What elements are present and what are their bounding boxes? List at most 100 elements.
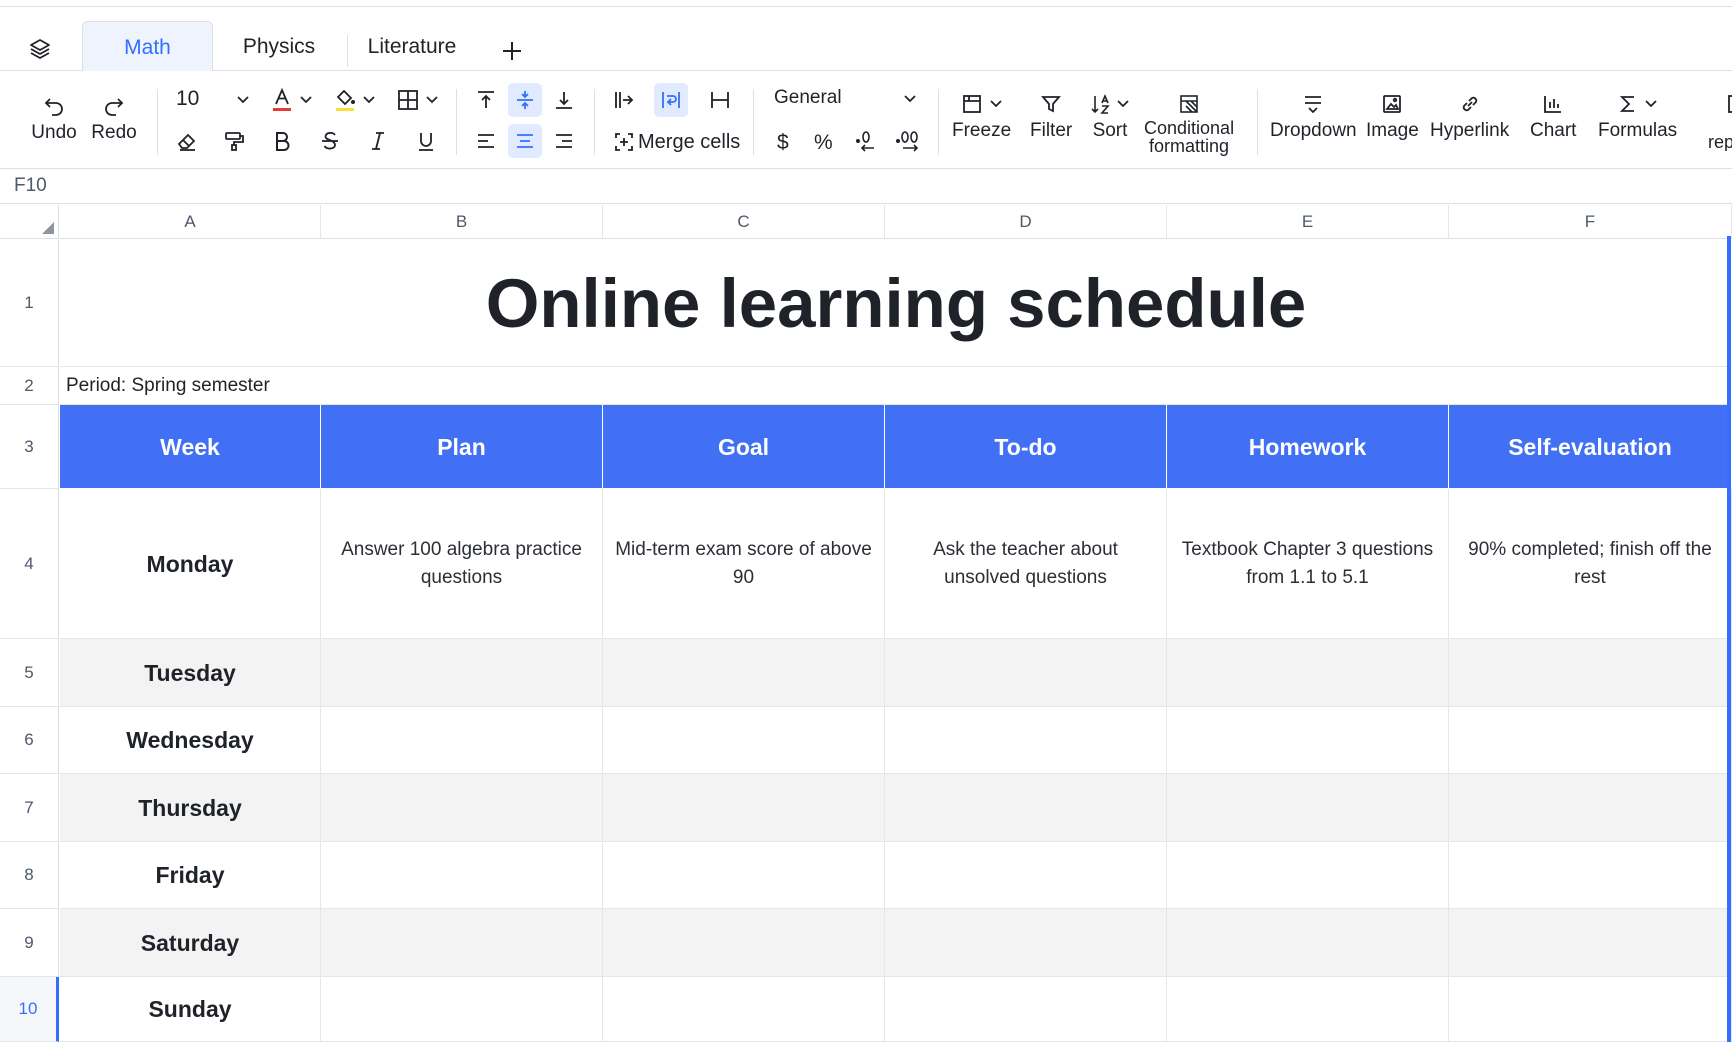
row-header-2[interactable]: 2: [0, 367, 59, 405]
row-header-6[interactable]: 6: [0, 707, 59, 774]
cell-reference-box[interactable]: F10: [14, 175, 47, 197]
day-cell-thursday[interactable]: Thursday: [60, 774, 321, 842]
table-cell[interactable]: [603, 639, 885, 707]
hyperlink-button[interactable]: Hyperlink: [1430, 93, 1509, 141]
header-cell-homework[interactable]: Homework: [1167, 405, 1449, 489]
table-cell[interactable]: [603, 707, 885, 774]
row-header-5[interactable]: 5: [0, 639, 59, 707]
tab-math[interactable]: Math: [82, 21, 213, 73]
table-cell[interactable]: [1449, 909, 1732, 977]
chevron-down-icon[interactable]: [425, 95, 439, 105]
borders-button[interactable]: [391, 83, 425, 117]
freeze-button[interactable]: Freeze: [952, 93, 1011, 141]
table-cell[interactable]: [885, 707, 1167, 774]
fill-color-button[interactable]: [328, 83, 362, 117]
column-header-a[interactable]: A: [60, 205, 321, 239]
table-cell[interactable]: [321, 842, 603, 909]
day-cell-tuesday[interactable]: Tuesday: [60, 639, 321, 707]
formulas-button[interactable]: Formulas: [1598, 93, 1677, 141]
header-cell-week[interactable]: Week: [60, 405, 321, 489]
align-middle-button[interactable]: [508, 83, 542, 117]
text-clip-button[interactable]: [703, 83, 737, 117]
layers-icon[interactable]: [24, 33, 56, 65]
chevron-down-icon[interactable]: [903, 94, 917, 104]
table-cell[interactable]: [603, 909, 885, 977]
currency-format-button[interactable]: $: [777, 131, 789, 155]
table-cell[interactable]: [1449, 707, 1732, 774]
plan-cell-monday[interactable]: Answer 100 algebra practice questions: [321, 489, 603, 639]
row-header-10[interactable]: 10: [0, 977, 59, 1042]
redo-button[interactable]: Redo: [88, 93, 140, 143]
select-all-corner[interactable]: [0, 205, 59, 239]
period-cell[interactable]: Period: Spring semester: [60, 367, 1732, 405]
header-cell-plan[interactable]: Plan: [321, 405, 603, 489]
todo-cell-monday[interactable]: Ask the teacher about unsolved questions: [885, 489, 1167, 639]
table-cell[interactable]: [1167, 639, 1449, 707]
table-cell[interactable]: [1167, 842, 1449, 909]
homework-cell-monday[interactable]: Textbook Chapter 3 questions from 1.1 to…: [1167, 489, 1449, 639]
table-cell[interactable]: [1167, 909, 1449, 977]
merge-cells-icon[interactable]: [614, 132, 634, 152]
bold-button[interactable]: [265, 124, 299, 158]
column-header-e[interactable]: E: [1167, 205, 1449, 239]
sort-button[interactable]: Sort: [1090, 93, 1130, 141]
align-bottom-button[interactable]: [547, 83, 581, 117]
chevron-down-icon[interactable]: [362, 95, 376, 105]
column-header-d[interactable]: D: [885, 205, 1167, 239]
table-cell[interactable]: [1167, 977, 1449, 1042]
filter-button[interactable]: Filter: [1030, 93, 1072, 141]
header-cell-self-evaluation[interactable]: Self-evaluation: [1449, 405, 1732, 489]
table-cell[interactable]: [1449, 639, 1732, 707]
table-cell[interactable]: [1449, 774, 1732, 842]
align-center-button[interactable]: [508, 124, 542, 158]
image-button[interactable]: Image: [1366, 93, 1419, 141]
table-cell[interactable]: [1167, 707, 1449, 774]
table-cell[interactable]: [321, 639, 603, 707]
header-cell-goal[interactable]: Goal: [603, 405, 885, 489]
table-cell[interactable]: [1449, 842, 1732, 909]
text-wrap-button[interactable]: [654, 83, 688, 117]
chevron-down-icon[interactable]: [299, 95, 313, 105]
row-header-1[interactable]: 1: [0, 240, 59, 367]
table-cell[interactable]: [1167, 774, 1449, 842]
column-header-c[interactable]: C: [603, 205, 885, 239]
self-evaluation-cell-monday[interactable]: 90% completed; finish off the rest: [1449, 489, 1732, 639]
column-header-f[interactable]: F: [1449, 205, 1732, 239]
number-format-select[interactable]: General: [774, 87, 842, 109]
day-cell-saturday[interactable]: Saturday: [60, 909, 321, 977]
table-cell[interactable]: [321, 977, 603, 1042]
align-right-button[interactable]: [547, 124, 581, 158]
sheet-title-cell[interactable]: Online learning schedule: [60, 240, 1732, 367]
dropdown-button[interactable]: Dropdown: [1270, 93, 1357, 141]
format-painter-button[interactable]: [217, 124, 251, 158]
day-cell-sunday[interactable]: Sunday: [60, 977, 321, 1042]
undo-button[interactable]: Undo: [28, 93, 80, 143]
row-header-9[interactable]: 9: [0, 909, 59, 977]
text-overflow-button[interactable]: [607, 83, 641, 117]
header-cell-todo[interactable]: To-do: [885, 405, 1167, 489]
table-cell[interactable]: [603, 977, 885, 1042]
chevron-down-icon[interactable]: [236, 95, 250, 105]
increase-decimal-button[interactable]: [892, 124, 926, 158]
table-cell[interactable]: [321, 774, 603, 842]
day-cell-friday[interactable]: Friday: [60, 842, 321, 909]
more-tools-button[interactable]: rep: [1706, 93, 1732, 151]
table-cell[interactable]: [885, 774, 1167, 842]
add-sheet-button[interactable]: [498, 37, 526, 65]
day-cell-wednesday[interactable]: Wednesday: [60, 707, 321, 774]
table-cell[interactable]: [321, 707, 603, 774]
italic-button[interactable]: [361, 124, 395, 158]
strikethrough-button[interactable]: [313, 124, 347, 158]
table-cell[interactable]: [603, 842, 885, 909]
table-cell[interactable]: [321, 909, 603, 977]
clear-format-button[interactable]: [170, 124, 204, 158]
chart-button[interactable]: Chart: [1530, 93, 1576, 141]
table-cell[interactable]: [885, 842, 1167, 909]
align-top-button[interactable]: [469, 83, 503, 117]
row-header-4[interactable]: 4: [0, 489, 59, 639]
percent-format-button[interactable]: %: [814, 131, 833, 155]
font-size-select[interactable]: 10: [176, 87, 199, 111]
table-cell[interactable]: [885, 977, 1167, 1042]
decrease-decimal-button[interactable]: [850, 124, 884, 158]
table-cell[interactable]: [603, 774, 885, 842]
